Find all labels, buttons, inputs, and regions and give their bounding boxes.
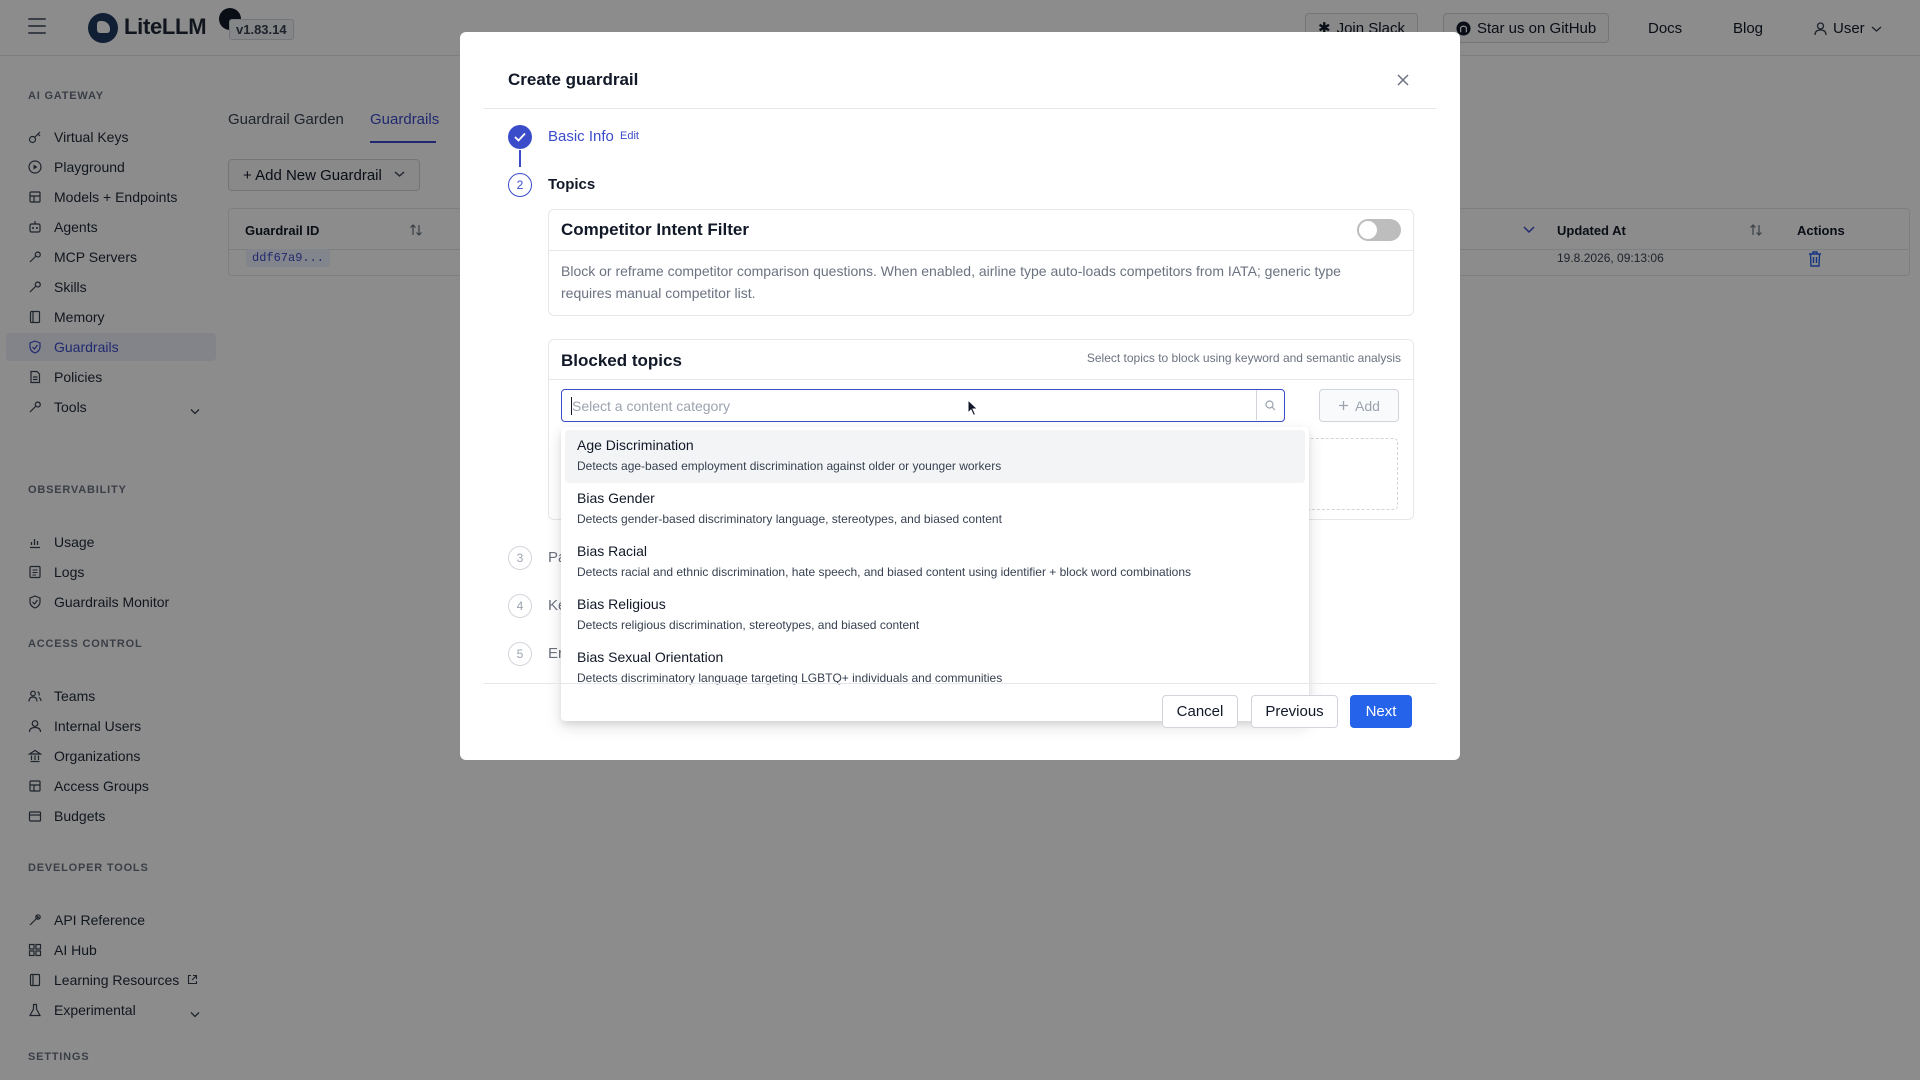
search-icon <box>1265 399 1276 410</box>
option-bias-sexual-orientation[interactable]: Bias Sexual Orientation Detects discrimi… <box>565 642 1305 695</box>
step-topics: Topics <box>548 176 596 193</box>
competitor-filter-card: Competitor Intent Filter Block or refram… <box>548 209 1414 316</box>
modal-footer-divider <box>484 683 1436 684</box>
next-button[interactable]: Next <box>1350 695 1412 728</box>
card-divider <box>549 379 1413 380</box>
competitor-filter-title: Competitor Intent Filter <box>561 220 749 239</box>
content-category-dropdown: Age Discrimination Detects age-based emp… <box>561 427 1309 721</box>
option-description: Detects religious discrimination, stereo… <box>577 618 920 632</box>
content-category-select[interactable]: Select a content category <box>561 389 1285 422</box>
option-title: Bias Gender <box>577 490 655 506</box>
modal-title: Create guardrail <box>508 70 639 89</box>
option-description: Detects age-based employment discriminat… <box>577 459 1002 473</box>
blocked-topics-hint: Select topics to block using keyword and… <box>1086 351 1401 365</box>
step-basic-info[interactable]: Basic Info <box>548 128 614 145</box>
option-bias-gender[interactable]: Bias Gender Detects gender-based discrim… <box>565 483 1305 536</box>
option-age-discrimination[interactable]: Age Discrimination Detects age-based emp… <box>565 430 1305 483</box>
competitor-filter-description: Block or reframe competitor comparison q… <box>561 263 1341 301</box>
step-4-indicator: 4 <box>508 594 532 618</box>
step-2-indicator: 2 <box>508 173 532 197</box>
option-bias-religious[interactable]: Bias Religious Detects religious discrim… <box>565 589 1305 642</box>
previous-button[interactable]: Previous <box>1251 695 1338 728</box>
option-description: Detects gender-based discriminatory lang… <box>577 512 1002 526</box>
add-topic-label: Add <box>1355 397 1380 414</box>
blocked-topics-title: Blocked topics <box>561 351 682 370</box>
option-title: Bias Religious <box>577 596 666 612</box>
edit-basic-info-link[interactable]: Edit <box>620 130 639 142</box>
card-divider <box>549 250 1413 251</box>
step-1-check-icon <box>508 125 532 149</box>
competitor-filter-toggle[interactable] <box>1357 219 1401 241</box>
plus-icon <box>1339 401 1349 410</box>
create-guardrail-modal: Create guardrail Basic Info Edit 2 Topic… <box>460 32 1460 760</box>
content-category-placeholder: Select a content category <box>572 398 730 414</box>
step-5-indicator: 5 <box>508 642 532 666</box>
option-title: Bias Racial <box>577 543 648 559</box>
step-connector <box>519 150 521 167</box>
option-description: Detects racial and ethnic discrimination… <box>577 565 1192 579</box>
option-title: Bias Sexual Orientation <box>577 649 724 665</box>
step-3-indicator: 3 <box>508 546 532 570</box>
modal-header-divider <box>484 108 1436 109</box>
add-topic-button[interactable]: Add <box>1319 389 1399 422</box>
cancel-button[interactable]: Cancel <box>1162 695 1238 728</box>
close-icon[interactable] <box>1395 72 1411 88</box>
mouse-cursor-icon <box>967 399 979 417</box>
search-button[interactable] <box>1256 390 1284 420</box>
option-title: Age Discrimination <box>577 437 694 453</box>
option-bias-racial[interactable]: Bias Racial Detects racial and ethnic di… <box>565 536 1305 589</box>
